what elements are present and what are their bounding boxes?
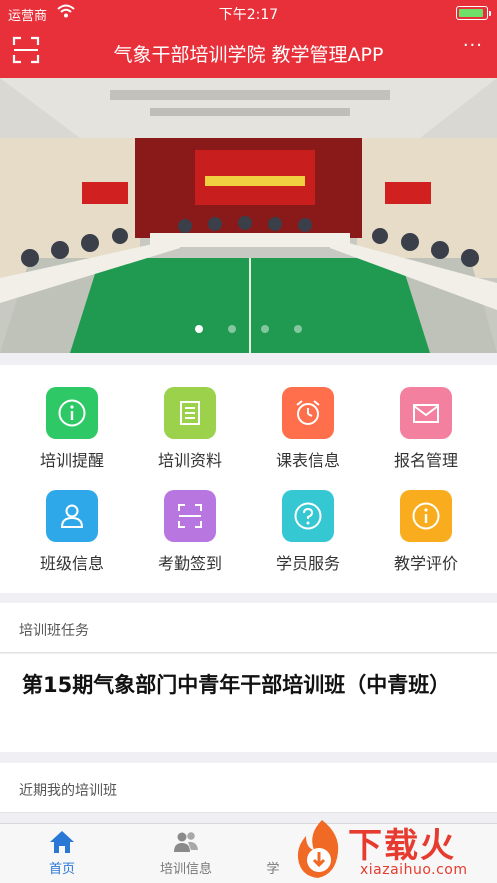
person-icon xyxy=(46,490,98,542)
fire-logo-icon xyxy=(297,820,339,878)
grid-label: 报名管理 xyxy=(393,451,458,470)
grid-label: 考勤签到 xyxy=(157,554,222,573)
grid-label: 培训资料 xyxy=(157,451,222,470)
tab-training-info[interactable]: 培训信息 xyxy=(131,830,241,877)
watermark-logo: 下载火 xiazaihuo.com xyxy=(292,814,497,883)
carousel-dot[interactable] xyxy=(294,325,303,333)
home-icon xyxy=(50,831,74,853)
task-card[interactable]: 第15期气象部门中青年干部培训班（中青班） xyxy=(0,654,497,752)
grid-item-attendance[interactable]: 考勤签到 xyxy=(131,490,249,590)
carousel-dot[interactable] xyxy=(194,325,203,333)
carousel-dot[interactable] xyxy=(261,325,270,333)
grid-label: 班级信息 xyxy=(39,554,104,573)
banner-carousel[interactable] xyxy=(0,78,497,353)
tab-label: 培训信息 xyxy=(159,862,212,877)
alarm-clock-icon xyxy=(282,387,334,439)
scan-icon xyxy=(164,490,216,542)
watermark-url: xiazaihuo.com xyxy=(360,862,468,878)
grid-label: 课表信息 xyxy=(275,451,340,470)
more-button[interactable]: ··· xyxy=(463,37,483,55)
task-title: 第15期气象部门中青年干部培训班（中青班） xyxy=(22,673,451,697)
grid-item-training-reminder[interactable]: 培训提醒 xyxy=(13,387,131,487)
people-icon xyxy=(174,832,198,852)
tab-home[interactable]: 首页 xyxy=(7,830,117,877)
feature-grid: 培训提醒 培训资料 课表信息 报名管理 班级信息 考勤签到 学员服务 教学评价 xyxy=(0,365,497,593)
document-icon xyxy=(164,387,216,439)
section-header-recent: 近期我的培训班 xyxy=(0,763,497,813)
grid-label: 培训提醒 xyxy=(39,451,104,470)
battery-icon xyxy=(456,6,491,20)
info-icon xyxy=(46,387,98,439)
app-title: 气象干部培训学院 教学管理APP xyxy=(113,44,384,66)
grid-item-schedule-info[interactable]: 课表信息 xyxy=(249,387,367,487)
grid-item-class-info[interactable]: 班级信息 xyxy=(13,490,131,590)
watermark-text: 下载火 xyxy=(348,826,456,866)
carousel-dot[interactable] xyxy=(227,325,236,333)
info-icon xyxy=(400,490,452,542)
tab-label: 首页 xyxy=(48,862,75,877)
question-icon xyxy=(282,490,334,542)
tab-label: 学 xyxy=(266,862,280,877)
grid-label: 教学评价 xyxy=(393,554,458,573)
banner-image xyxy=(0,78,497,353)
grid-label: 学员服务 xyxy=(275,554,340,573)
grid-item-training-materials[interactable]: 培训资料 xyxy=(131,387,249,487)
section-header-tasks: 培训班任务 xyxy=(0,603,497,653)
grid-item-teaching-evaluation[interactable]: 教学评价 xyxy=(367,490,485,590)
status-bar: 运营商 下午2:17 xyxy=(0,0,497,26)
mail-icon xyxy=(400,387,452,439)
grid-item-registration[interactable]: 报名管理 xyxy=(367,387,485,487)
grid-item-student-service[interactable]: 学员服务 xyxy=(249,490,367,590)
app-header: 运营商 下午2:17 气象干部培训学院 教学管理APP ··· xyxy=(0,0,497,78)
carousel-dots xyxy=(0,318,497,337)
status-time: 下午2:17 xyxy=(218,7,279,23)
